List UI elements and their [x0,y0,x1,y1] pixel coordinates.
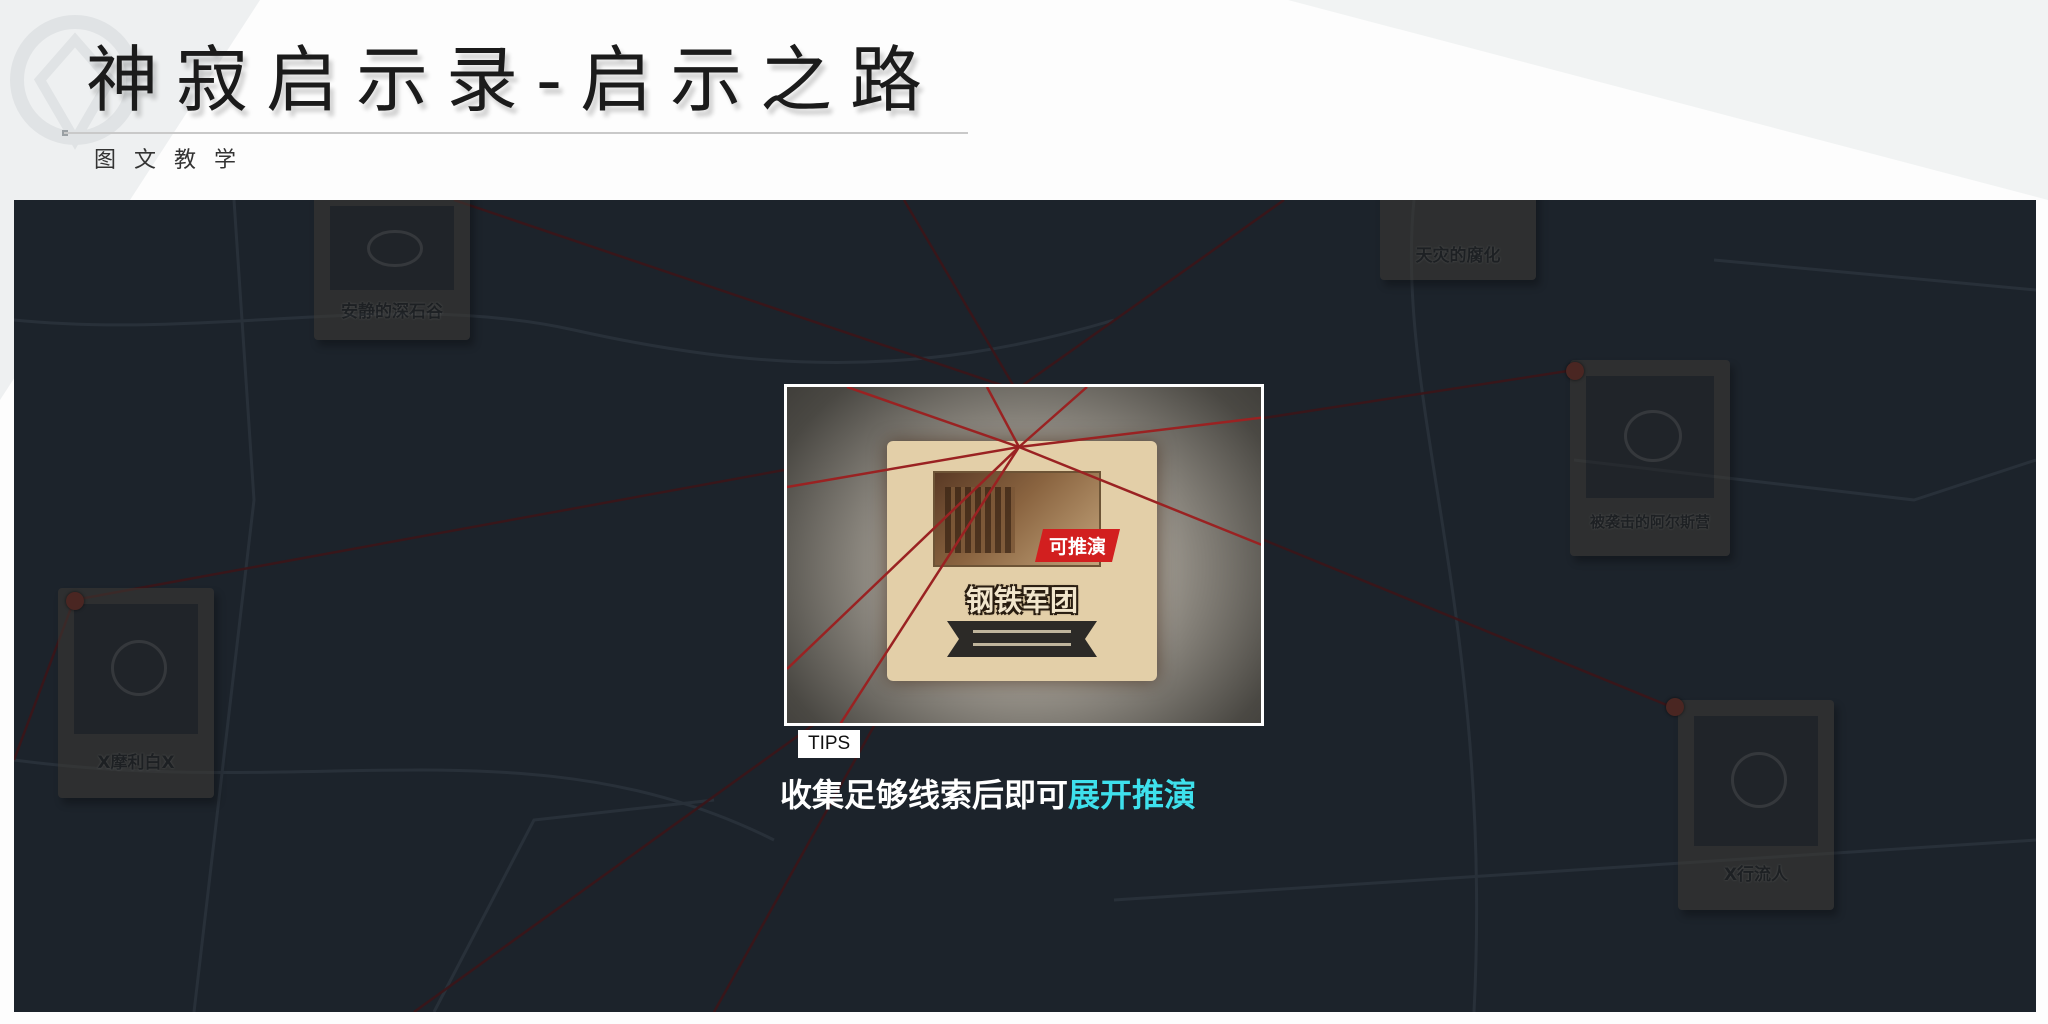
map-clue-card-image [74,604,198,735]
map-clue-card[interactable]: X摩利白X [58,588,214,798]
map-clue-card-label: X摩利白X [97,752,175,773]
map-pin [66,592,84,610]
tips-caption-text: 收集足够线索后即可 [780,776,1069,814]
header-background-shape-right [1288,0,2048,200]
red-thread-lines [787,387,1261,723]
title-divider [64,132,968,134]
map-clue-card[interactable]: X行流人 [1678,700,1834,910]
map-clue-card[interactable]: 被袭击的阿尔斯营 [1570,360,1730,556]
tutorial-page: 神寂启示录-启示之路 图文教学 安静的深石谷 天灾的腐化 被袭击的阿尔斯营 X摩… [0,0,2048,1024]
page-subtitle: 图文教学 [94,148,255,173]
tips-caption-highlight: 展开推演 [1068,776,1197,814]
tips-tag: TIPS [798,730,861,758]
map-clue-card-label: 被袭击的阿尔斯营 [1589,513,1710,532]
game-screenshot-panel: 安静的深石谷 天灾的腐化 被袭击的阿尔斯营 X摩利白X X行流人 可推演 钢铁军… [14,200,2036,1012]
map-clue-card-label: 安静的深石谷 [341,302,443,322]
page-title: 神寂启示录-启示之路 [86,38,940,122]
map-clue-card[interactable]: 安静的深石谷 [314,200,470,340]
map-clue-card[interactable]: 天灾的腐化 [1380,200,1536,280]
map-pin [1666,698,1684,716]
map-clue-card-image [1586,376,1714,498]
map-clue-card-image [1694,716,1818,847]
focused-clue-screenshot: 可推演 钢铁军团 [784,384,1264,726]
map-clue-card-image [330,206,454,290]
tips-caption: 收集足够线索后即可展开推演 [780,770,1196,816]
map-pin [1566,362,1584,380]
map-clue-card-label: 天灾的腐化 [1415,246,1501,266]
map-clue-card-label: X行流人 [1723,864,1789,885]
